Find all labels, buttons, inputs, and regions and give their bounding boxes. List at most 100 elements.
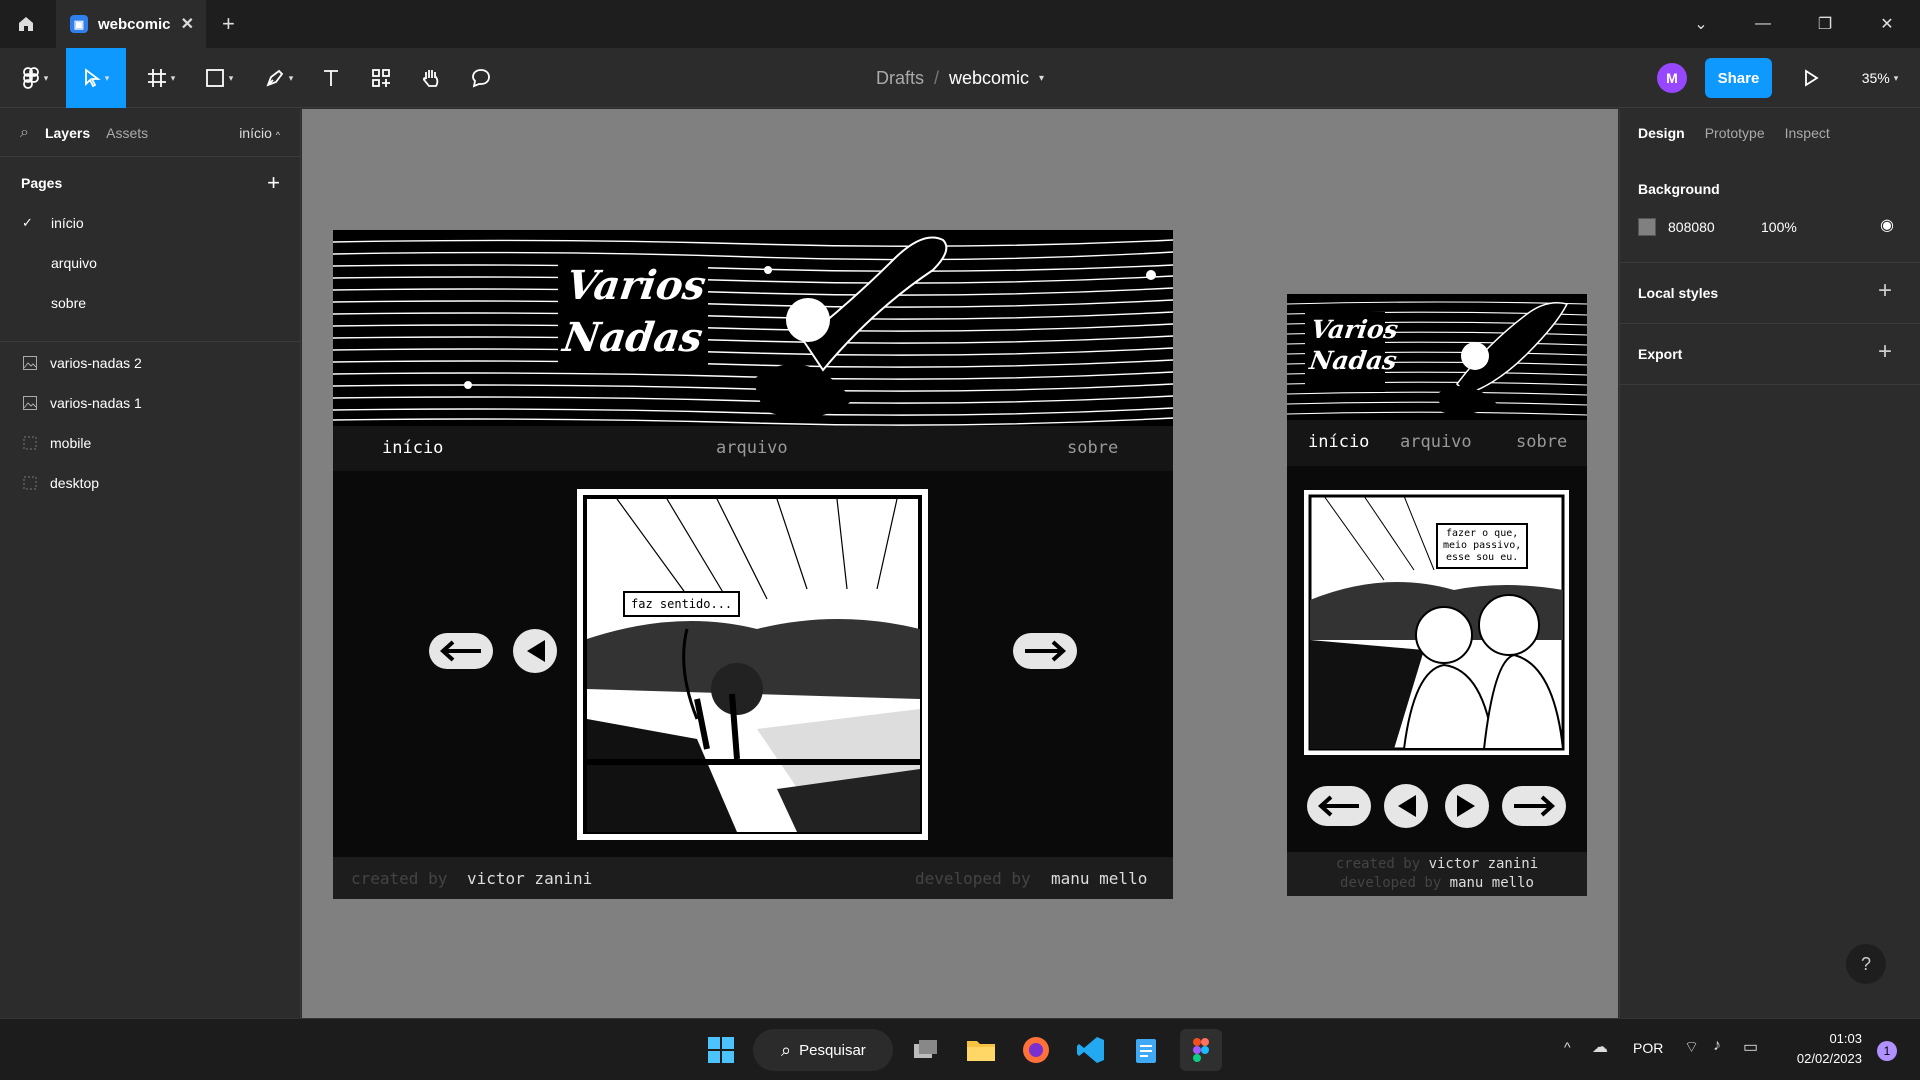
notepad-button[interactable] [1125, 1029, 1167, 1071]
background-color-swatch[interactable] [1638, 218, 1656, 236]
tab-inspect[interactable]: Inspect [1785, 125, 1830, 141]
banner-image: Varios Nadas [333, 230, 1173, 426]
language-indicator[interactable]: POR [1633, 1040, 1663, 1056]
vscode-button[interactable] [1070, 1029, 1112, 1071]
layer-desktop[interactable]: desktop [0, 463, 300, 503]
restore-button[interactable]: ❐ [1794, 0, 1856, 48]
show-hidden-icons-button[interactable]: ^ [1564, 1039, 1571, 1055]
background-opacity-input[interactable]: 100% [1761, 219, 1797, 235]
background-heading: Background [1638, 181, 1720, 197]
image-icon [23, 396, 37, 410]
chevron-down-icon[interactable]: ⌄ [1670, 0, 1732, 48]
present-button[interactable] [1796, 48, 1826, 108]
footer-dev-name: manu mello [1051, 869, 1148, 888]
avatar[interactable]: M [1657, 63, 1687, 93]
image-icon [23, 356, 37, 370]
figma-file-icon: ▣ [70, 15, 88, 33]
mobile-banner-title: Varios Nadas [1305, 314, 1404, 377]
background-hex-input[interactable]: 808080 [1668, 219, 1715, 235]
tab-prototype[interactable]: Prototype [1705, 125, 1765, 141]
previous-page-button[interactable] [1384, 784, 1428, 828]
mobile-frame[interactable]: Varios Nadas início arquivo sobre fazer … [1287, 294, 1587, 896]
right-panel-tabs: Design Prototype Inspect [1620, 109, 1920, 157]
tab-design[interactable]: Design [1638, 125, 1685, 141]
first-page-button[interactable] [429, 633, 493, 669]
tab-layers[interactable]: Layers [45, 125, 90, 141]
frame-icon [23, 436, 37, 450]
page-item-inicio[interactable]: ✓ início [0, 203, 300, 243]
layer-mobile[interactable]: mobile [0, 423, 300, 463]
file-name[interactable]: webcomic [949, 68, 1029, 89]
task-view-button[interactable] [905, 1029, 947, 1071]
nav-arquivo[interactable]: arquivo [1400, 432, 1472, 452]
page-label: sobre [51, 295, 87, 311]
search-icon[interactable]: ⌕ [20, 124, 29, 142]
desktop-frame[interactable]: Varios Nadas início arquivo sobre faz se… [333, 230, 1173, 899]
nav-arquivo[interactable]: arquivo [716, 438, 788, 458]
battery-icon[interactable]: ▭ [1743, 1037, 1758, 1057]
nav-inicio[interactable]: início [382, 438, 443, 458]
new-tab-button[interactable]: + [222, 11, 235, 37]
page-switcher[interactable]: início ^ [239, 125, 280, 141]
left-panel: ⌕ Layers Assets início ^ Pages + ✓ iníci… [0, 109, 301, 1018]
footer-created-label: created by [351, 869, 448, 888]
close-tab-icon[interactable]: ✕ [181, 14, 194, 34]
nav-sobre[interactable]: sobre [1067, 438, 1118, 458]
local-styles-section: Local styles + [1620, 263, 1920, 324]
home-button[interactable] [0, 0, 52, 48]
notification-badge[interactable]: 1 [1877, 1041, 1897, 1061]
play-icon [1805, 69, 1819, 87]
canvas[interactable]: Varios Nadas início arquivo sobre faz se… [302, 109, 1618, 1018]
add-page-icon[interactable]: + [267, 170, 280, 196]
tab-webcomic[interactable]: ▣ webcomic ✕ [56, 0, 206, 48]
pages-heading: Pages [21, 175, 63, 191]
first-page-button[interactable] [1307, 786, 1371, 826]
cloud-icon[interactable]: ☁ [1592, 1037, 1608, 1057]
close-window-button[interactable]: ✕ [1856, 0, 1918, 48]
previous-page-button[interactable] [513, 629, 557, 673]
layer-label: desktop [50, 475, 100, 491]
minimize-button[interactable]: — [1732, 0, 1794, 48]
page-item-arquivo[interactable]: arquivo [0, 243, 300, 283]
figma-icon [1193, 1038, 1209, 1062]
search-label: Pesquisar [799, 1041, 866, 1059]
layer-varios-nadas-1[interactable]: varios-nadas 1 [0, 383, 300, 423]
add-export-icon[interactable]: + [1878, 338, 1892, 366]
taskbar-search[interactable]: ⌕ Pesquisar [753, 1029, 893, 1071]
last-page-button[interactable] [1502, 786, 1566, 826]
speech-line: meio passivo, [1443, 540, 1522, 551]
nav-inicio[interactable]: início [1308, 432, 1369, 452]
tab-assets[interactable]: Assets [106, 125, 148, 141]
wifi-icon[interactable]: ⌔ [1684, 1037, 1699, 1057]
eye-icon[interactable]: ◉ [1880, 215, 1894, 235]
background-section: Background 808080 100% ◉ [1620, 157, 1920, 263]
desktop-footer: created by victor zanini developed by ma… [333, 857, 1173, 899]
search-icon: ⌕ [781, 1039, 792, 1060]
firefox-button[interactable] [1015, 1029, 1057, 1071]
share-button[interactable]: Share [1705, 58, 1772, 98]
frame-icon [23, 476, 37, 490]
figma-button[interactable] [1180, 1029, 1222, 1071]
volume-icon[interactable]: ♪ [1713, 1037, 1721, 1055]
last-page-button[interactable] [1013, 633, 1077, 669]
checkmark-icon: ✓ [22, 215, 33, 230]
clock[interactable]: 01:03 02/02/2023 [1780, 1029, 1862, 1069]
breadcrumb-drafts[interactable]: Drafts [876, 68, 924, 89]
triangle-right-icon [1457, 795, 1475, 817]
firefox-icon [1023, 1037, 1049, 1063]
clock-time: 01:03 [1829, 1031, 1862, 1046]
footer-dev-name: manu mello [1449, 875, 1534, 891]
next-page-button[interactable] [1445, 784, 1489, 828]
banner-title-line2: Nadas [560, 314, 706, 361]
layer-varios-nadas-2[interactable]: varios-nadas 2 [0, 343, 300, 383]
zoom-dropdown[interactable]: 35% ▾ [1850, 48, 1910, 108]
chevron-down-icon[interactable]: ▾ [1039, 73, 1044, 84]
file-explorer-button[interactable] [960, 1029, 1002, 1071]
layer-label: varios-nadas 2 [50, 355, 142, 371]
mobile-comic-panel: fazer o que, meio passivo, esse sou eu. [1304, 490, 1569, 755]
page-item-sobre[interactable]: sobre [0, 283, 300, 323]
help-button[interactable]: ? [1846, 944, 1886, 984]
add-style-icon[interactable]: + [1878, 277, 1892, 305]
start-button[interactable] [700, 1029, 742, 1071]
nav-sobre[interactable]: sobre [1516, 432, 1567, 452]
